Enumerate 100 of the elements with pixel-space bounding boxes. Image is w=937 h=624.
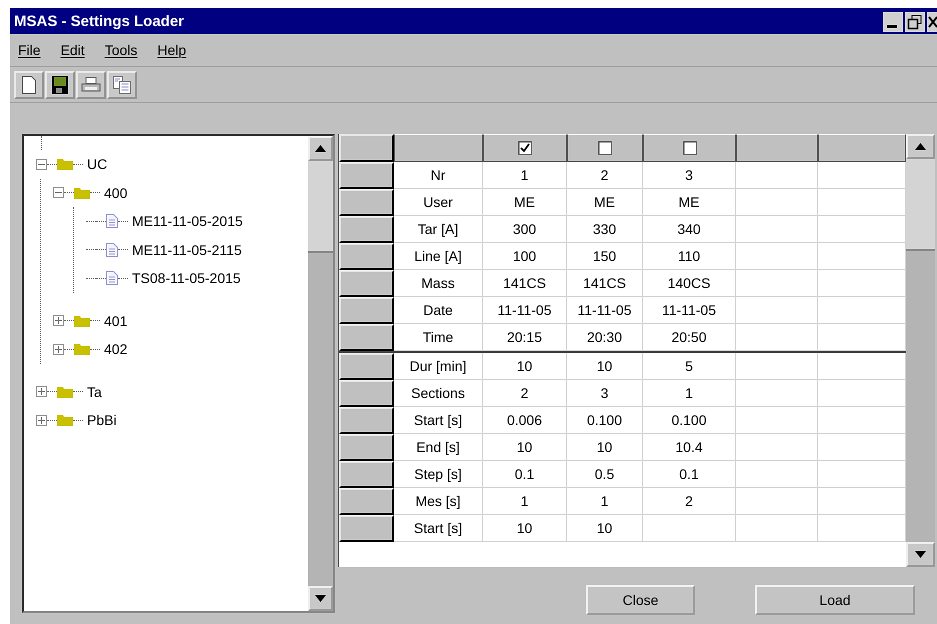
- row-header[interactable]: [339, 461, 394, 488]
- row-label: Mass: [394, 270, 483, 297]
- plus-box-icon[interactable]: [36, 386, 47, 398]
- row-header[interactable]: [339, 353, 394, 380]
- table-cell: 141CS: [567, 270, 643, 297]
- table-cell: 11-11-05: [483, 297, 567, 324]
- scrollbar-thumb[interactable]: [308, 161, 333, 253]
- menu-item[interactable]: File: [18, 42, 41, 58]
- table-cell: 0.100: [567, 407, 643, 434]
- scroll-up-button[interactable]: [308, 136, 333, 161]
- table-cell: 141CS: [483, 270, 567, 297]
- row-header[interactable]: [339, 434, 394, 461]
- table-cell: 2: [643, 488, 736, 515]
- print-button[interactable]: [76, 70, 106, 98]
- column-header[interactable]: [567, 134, 643, 162]
- plus-box-icon[interactable]: [53, 344, 64, 355]
- table-cell: 3: [643, 162, 736, 189]
- row-header[interactable]: [339, 324, 394, 351]
- table-cell: 10: [483, 434, 567, 461]
- window-title: MSAS - Settings Loader: [14, 12, 186, 30]
- row-label: Sections: [394, 380, 483, 407]
- plus-box-icon[interactable]: [53, 315, 64, 326]
- new-button[interactable]: [14, 70, 44, 98]
- scroll-down-button[interactable]: [308, 586, 333, 611]
- tree-item[interactable]: 400: [104, 184, 128, 201]
- document-icon: [106, 271, 118, 286]
- row-label: Date: [394, 297, 483, 324]
- row-label: End [s]: [394, 434, 483, 461]
- tree-item[interactable]: TS08-11-05-2015: [132, 270, 241, 286]
- row-label: Start [s]: [394, 515, 483, 542]
- tree-item[interactable]: ME11-11-05-2015: [132, 213, 243, 230]
- tree-item[interactable]: 401: [104, 312, 128, 329]
- scroll-up-button[interactable]: [906, 134, 935, 159]
- table-cell: 1: [483, 162, 567, 189]
- menu-item[interactable]: Edit: [60, 42, 85, 58]
- tree-item[interactable]: UC: [87, 156, 108, 172]
- row-header[interactable]: [339, 270, 394, 297]
- row-header[interactable]: [339, 189, 394, 216]
- copy-button[interactable]: [107, 70, 137, 98]
- row-header[interactable]: [339, 488, 394, 515]
- column-header[interactable]: [483, 134, 567, 162]
- row-label: Mes [s]: [394, 488, 483, 515]
- table-cell: 11-11-05: [643, 297, 736, 324]
- table-cell: 1: [643, 380, 736, 407]
- table-cell: 300: [483, 216, 567, 243]
- row-label: Dur [min]: [394, 353, 483, 380]
- table-cell: 10: [567, 434, 643, 461]
- dialog-button[interactable]: Load: [755, 585, 915, 615]
- row-header[interactable]: [339, 407, 394, 434]
- folder-icon: [57, 386, 73, 398]
- menu-item[interactable]: Help: [157, 42, 186, 58]
- table-cell: ME: [483, 189, 567, 216]
- folder-icon: [74, 314, 90, 327]
- table-cell: 10: [567, 353, 643, 380]
- table-cell: 10: [483, 515, 567, 542]
- table-cell: 1: [567, 488, 643, 515]
- row-header[interactable]: [339, 515, 394, 542]
- row-label: Start [s]: [394, 407, 483, 434]
- document-icon: [106, 242, 118, 257]
- scroll-down-button[interactable]: [906, 542, 935, 567]
- column-header[interactable]: [818, 134, 906, 162]
- up-arrow-icon: [915, 143, 926, 150]
- row-label: Step [s]: [394, 461, 483, 488]
- minimize-icon[interactable]: [883, 12, 903, 32]
- table-cell: 11-11-05: [567, 297, 643, 324]
- checkbox[interactable]: [518, 141, 532, 155]
- close-icon[interactable]: [927, 12, 937, 32]
- table-cell: 20:15: [483, 324, 567, 351]
- row-header[interactable]: [339, 297, 394, 324]
- minus-box-icon[interactable]: [36, 158, 47, 170]
- row-label: Time: [394, 324, 483, 351]
- up-arrow-icon: [315, 145, 326, 152]
- tree-item[interactable]: 402: [104, 341, 128, 358]
- corner-header: [339, 134, 394, 162]
- table-cell: 110: [643, 243, 736, 270]
- plus-box-icon[interactable]: [36, 414, 47, 426]
- down-arrow-icon: [915, 551, 926, 558]
- table-cell: ME: [643, 189, 736, 216]
- tree-item[interactable]: PbBi: [87, 412, 117, 428]
- column-header[interactable]: [643, 134, 736, 162]
- tree-item[interactable]: ME11-11-05-2115: [132, 242, 242, 258]
- row-header[interactable]: [339, 162, 394, 189]
- row-header[interactable]: [339, 216, 394, 243]
- save-button[interactable]: [45, 70, 75, 98]
- menu-item[interactable]: Tools: [104, 42, 138, 58]
- folder-icon: [74, 343, 90, 356]
- row-header[interactable]: [339, 243, 394, 270]
- column-header[interactable]: [736, 134, 818, 162]
- dialog-button[interactable]: Close: [586, 585, 695, 615]
- row-header[interactable]: [339, 380, 394, 407]
- scrollbar-thumb[interactable]: [906, 159, 935, 251]
- row-label: Line [A]: [394, 243, 483, 270]
- table-cell: 100: [483, 243, 567, 270]
- checkbox[interactable]: [598, 141, 612, 155]
- checkbox[interactable]: [682, 141, 696, 155]
- tree-item[interactable]: Ta: [87, 384, 102, 400]
- minus-box-icon[interactable]: [53, 187, 64, 198]
- restore-icon[interactable]: [905, 12, 925, 32]
- table-cell: 1: [483, 488, 567, 515]
- document-icon: [106, 214, 118, 228]
